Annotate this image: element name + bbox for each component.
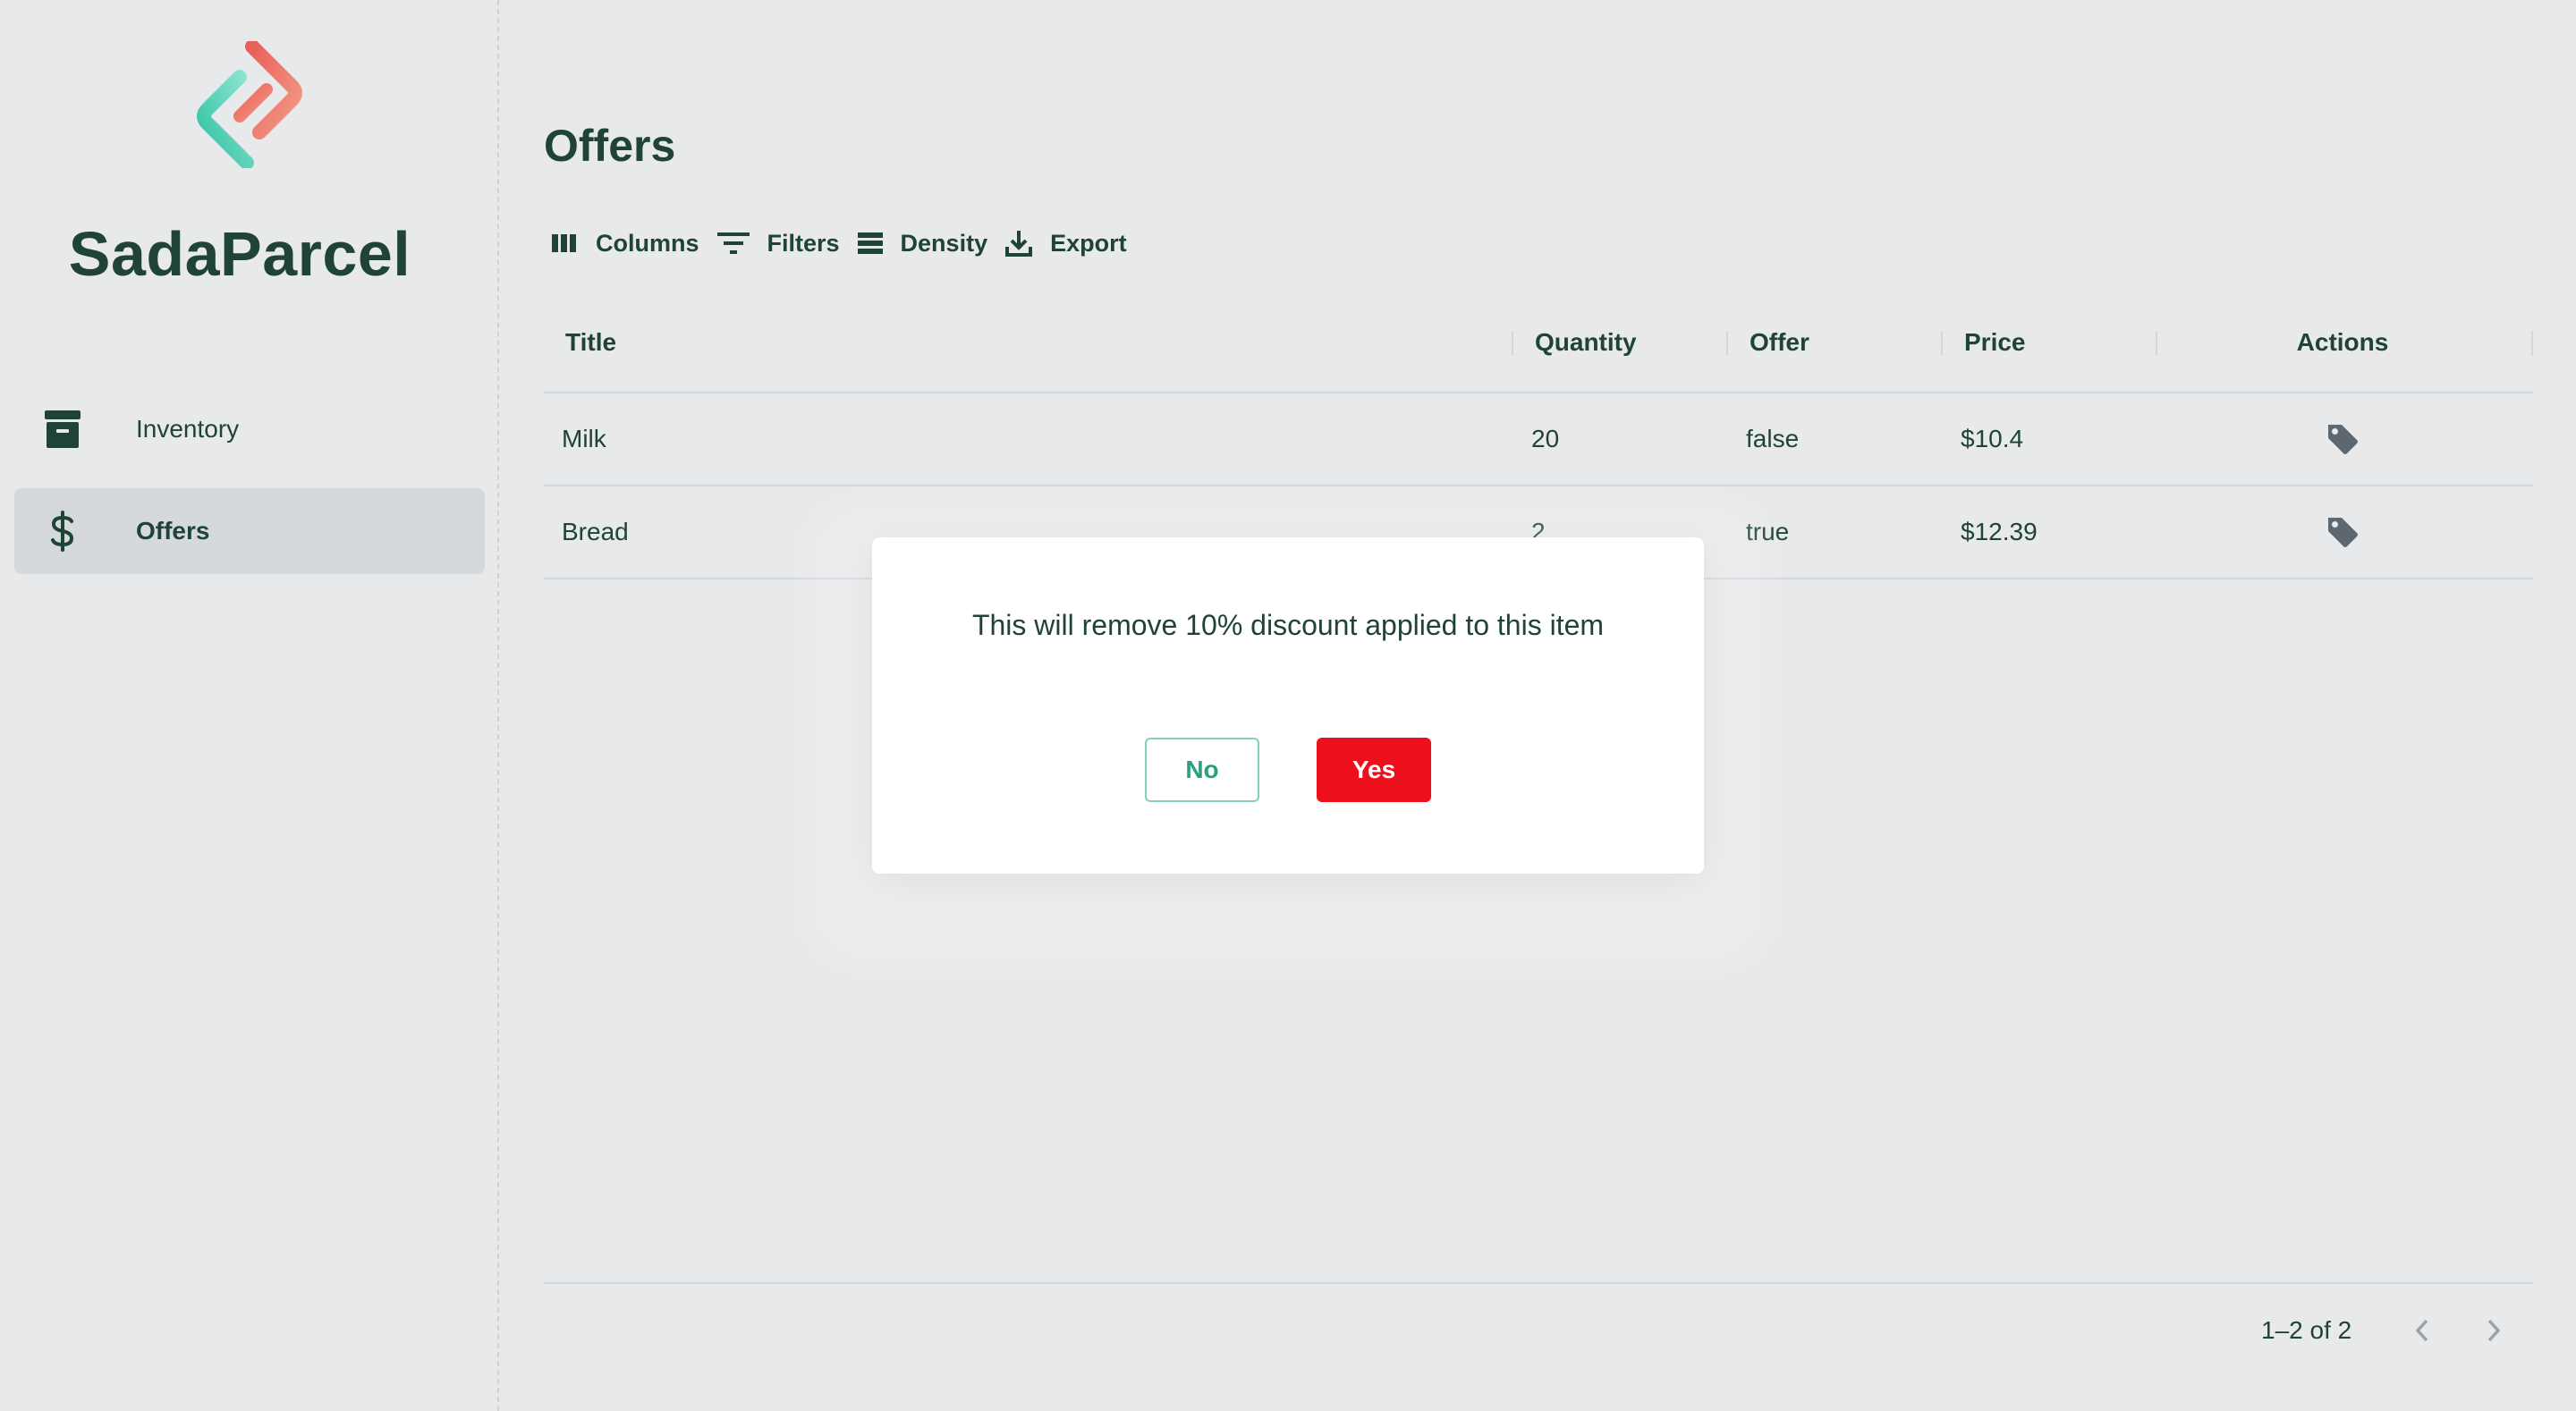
sidebar-item-label: Offers	[136, 517, 210, 545]
column-header-title[interactable]: Title	[565, 295, 616, 392]
cell-quantity: 20	[1531, 425, 1560, 452]
column-separator[interactable]	[1512, 331, 1513, 356]
column-separator[interactable]	[1726, 331, 1728, 356]
dollar-icon	[45, 510, 80, 553]
sidebar-item-offers[interactable]: Offers	[14, 488, 485, 574]
download-icon	[1005, 231, 1033, 257]
export-button[interactable]: Export	[1005, 229, 1127, 258]
brand-name: SadaParcel	[68, 219, 411, 289]
sidebar-item-label: Inventory	[136, 415, 240, 443]
filters-label: Filters	[767, 229, 840, 257]
chevron-left-icon	[2415, 1319, 2428, 1342]
no-button[interactable]: No	[1145, 738, 1259, 802]
density-label: Density	[900, 229, 988, 257]
cell-title: Bread	[562, 518, 629, 545]
table-header: Title Quantity Offer Price Actions	[544, 295, 2533, 393]
dialog-message: This will remove 10% discount applied to…	[971, 609, 1605, 641]
columns-icon	[552, 234, 576, 252]
table-row[interactable]: Milk 20 false $10.4	[544, 393, 2533, 486]
export-label: Export	[1050, 229, 1127, 257]
density-button[interactable]: Density	[857, 229, 988, 258]
sidebar-item-inventory[interactable]: Inventory	[14, 386, 485, 472]
sadaparcel-logo-icon	[195, 39, 304, 170]
filters-button[interactable]: Filters	[716, 229, 840, 258]
page-title: Offers	[544, 121, 676, 171]
column-header-offer[interactable]: Offer	[1750, 295, 1809, 392]
column-header-actions: Actions	[2296, 328, 2389, 356]
sidebar: SadaParcel Inventory Offers	[0, 0, 499, 1411]
filter-icon	[716, 232, 750, 254]
grid-toolbar: Columns Filters Density Export	[551, 225, 1145, 261]
cell-price: $12.39	[1961, 518, 2038, 545]
archive-box-icon	[45, 408, 80, 451]
columns-button[interactable]: Columns	[551, 230, 699, 258]
pagination-range: 1–2 of 2	[2261, 1316, 2352, 1344]
columns-label: Columns	[596, 229, 699, 257]
tag-icon[interactable]	[2326, 515, 2360, 549]
chevron-right-icon	[2487, 1319, 2501, 1342]
cell-title: Milk	[562, 425, 606, 452]
column-header-quantity[interactable]: Quantity	[1535, 295, 1637, 392]
previous-page-button[interactable]	[2402, 1311, 2442, 1350]
cell-offer: false	[1746, 425, 1800, 452]
cell-price: $10.4	[1961, 425, 2024, 452]
column-separator[interactable]	[2531, 331, 2533, 356]
next-page-button[interactable]	[2474, 1311, 2513, 1350]
density-icon	[857, 232, 883, 254]
table-footer-divider	[544, 1282, 2533, 1284]
yes-button[interactable]: Yes	[1317, 738, 1431, 802]
tag-icon[interactable]	[2326, 422, 2360, 456]
confirm-dialog: This will remove 10% discount applied to…	[872, 537, 1704, 874]
column-separator[interactable]	[1941, 331, 1943, 356]
column-header-price[interactable]: Price	[1964, 295, 2026, 392]
